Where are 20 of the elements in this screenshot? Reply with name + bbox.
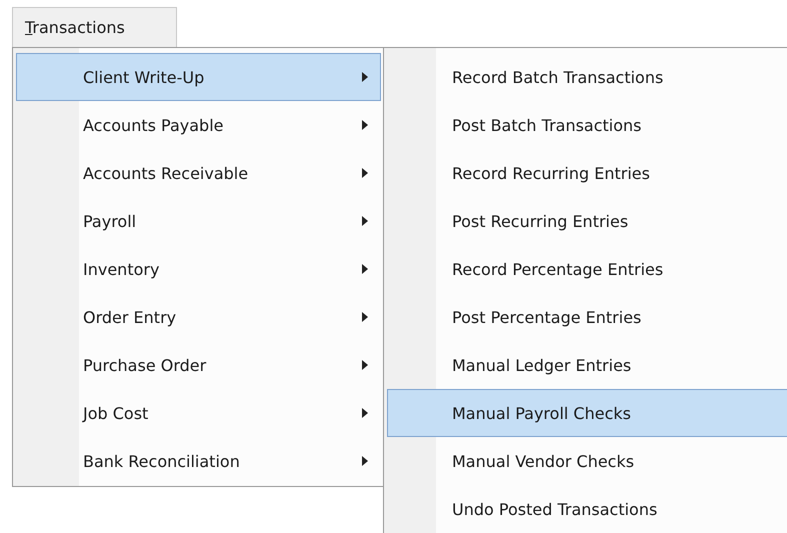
submenu-item[interactable]: Manual Vendor Checks	[387, 437, 787, 485]
submenu-item[interactable]: Manual Payroll Checks	[387, 389, 787, 437]
submenu-item[interactable]: Post Percentage Entries	[387, 293, 787, 341]
menu-item[interactable]: Client Write-Up	[16, 53, 381, 101]
menu-item[interactable]: Payroll	[16, 197, 381, 245]
submenu-item[interactable]: Undo Posted Transactions	[387, 485, 787, 533]
submenu-item[interactable]: Record Percentage Entries	[387, 245, 787, 293]
menu-item[interactable]: Accounts Receivable	[16, 149, 381, 197]
menu-item[interactable]: Purchase Order	[16, 341, 381, 389]
submenu-item[interactable]: Manual Ledger Entries	[387, 341, 787, 389]
menu-item[interactable]: Inventory	[16, 245, 381, 293]
submenu-item[interactable]: Post Batch Transactions	[387, 101, 787, 149]
menu-item[interactable]: Bank Reconciliation	[16, 437, 381, 485]
submenu-item[interactable]: Record Batch Transactions	[387, 53, 787, 101]
menu-item[interactable]: Order Entry	[16, 293, 381, 341]
submenu-item[interactable]: Record Recurring Entries	[387, 149, 787, 197]
menu-item[interactable]: Job Cost	[16, 389, 381, 437]
submenu-item[interactable]: Post Recurring Entries	[387, 197, 787, 245]
menu-bar-item[interactable]: Transactions	[12, 7, 177, 47]
menu-item[interactable]: Accounts Payable	[16, 101, 381, 149]
